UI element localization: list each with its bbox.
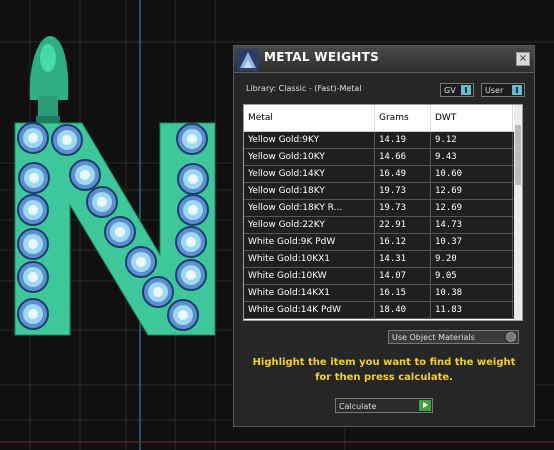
cell-dwt: 12.69 xyxy=(431,183,513,199)
metal-weights-panel: METAL WEIGHTS × Library: Classic - (Fast… xyxy=(233,45,535,427)
user-dropdown[interactable]: User xyxy=(481,83,525,97)
gem xyxy=(69,159,101,191)
cell-metal: Yellow Gold:9KY xyxy=(244,132,375,148)
gem xyxy=(177,194,209,226)
cell-grams: 19.73 xyxy=(375,200,431,216)
cell-dwt: 9.43 xyxy=(431,149,513,165)
table-row[interactable]: White Gold:14KX116.1510.3812.61 xyxy=(244,285,522,302)
gv-dropdown-value: GV xyxy=(444,86,456,95)
gem xyxy=(17,261,49,293)
gem xyxy=(175,226,207,258)
cell-metal: Yellow Gold:18KY R... xyxy=(244,200,375,216)
metal-table[interactable]: Metal Grams DWT SPG Yellow Gold:9KY14.19… xyxy=(243,104,523,321)
cell-grams: 14.66 xyxy=(375,149,431,165)
cell-dwt: 9.05 xyxy=(431,268,513,284)
panel-titlebar[interactable]: METAL WEIGHTS × xyxy=(234,46,534,73)
cell-dwt: 11.83 xyxy=(431,302,513,318)
gem xyxy=(142,276,174,308)
cell-dwt: 12.69 xyxy=(431,200,513,216)
gem xyxy=(17,194,49,226)
play-arrow-icon xyxy=(419,400,431,411)
cell-grams: 14.07 xyxy=(375,268,431,284)
cell-grams: 14.19 xyxy=(375,132,431,148)
table-row[interactable]: White Gold:10KW14.079.0510.99 xyxy=(244,268,522,285)
column-header-dwt[interactable]: DWT xyxy=(431,105,513,131)
table-header: Metal Grams DWT SPG xyxy=(244,105,522,132)
close-icon[interactable]: × xyxy=(516,52,530,66)
gem xyxy=(17,228,49,260)
table-row[interactable]: White Gold:10KX114.319.2011.18 xyxy=(244,251,522,268)
gem xyxy=(177,163,209,195)
table-vertical-scrollbar[interactable] xyxy=(514,105,522,320)
cell-dwt: 14.73 xyxy=(431,217,513,233)
gem xyxy=(17,298,49,330)
cell-metal: White Gold:10KX1 xyxy=(244,251,375,267)
cell-metal: Yellow Gold:22KY xyxy=(244,217,375,233)
gem xyxy=(167,299,199,331)
cell-dwt: 10.37 xyxy=(431,234,513,250)
pendant-bail xyxy=(29,36,69,124)
calculate-button[interactable]: Calculate xyxy=(335,398,433,413)
column-header-metal[interactable]: Metal xyxy=(244,105,375,131)
cell-metal: Yellow Gold:10KY xyxy=(244,149,375,165)
gem xyxy=(104,216,136,248)
table-row[interactable]: White Gold:9K PdW16.1210.3712.59 xyxy=(244,234,522,251)
table-row[interactable]: Yellow Gold:10KY14.669.4311.45 xyxy=(244,149,522,166)
cell-dwt: 10.60 xyxy=(431,166,513,182)
user-dropdown-value: User xyxy=(485,86,504,95)
table-row[interactable]: Yellow Gold:22KY22.9114.7317.89 xyxy=(244,217,522,234)
gem xyxy=(17,122,49,154)
cell-grams: 19.73 xyxy=(375,183,431,199)
calculate-label: Calculate xyxy=(339,402,377,411)
cell-metal: White Gold:9K PdW xyxy=(244,234,375,250)
gem xyxy=(125,246,157,278)
cell-grams: 22.91 xyxy=(375,217,431,233)
cell-dwt: 9.12 xyxy=(431,132,513,148)
table-row[interactable]: Yellow Gold:18KY19.7312.6915.41 xyxy=(244,183,522,200)
gem xyxy=(86,186,118,218)
cell-grams: 18.40 xyxy=(375,302,431,318)
table-row[interactable]: Yellow Gold:18KY R...19.7312.6915.41 xyxy=(244,200,522,217)
gem xyxy=(175,259,207,291)
cell-grams: 16.15 xyxy=(375,285,431,301)
cell-metal: Yellow Gold:14KY xyxy=(244,166,375,182)
cell-dwt: 10.38 xyxy=(431,285,513,301)
cell-metal: White Gold:14KX1 xyxy=(244,285,375,301)
gem xyxy=(18,162,50,194)
cell-grams: 14.31 xyxy=(375,251,431,267)
cell-grams: 16.49 xyxy=(375,166,431,182)
gv-dropdown[interactable]: GV xyxy=(440,83,474,97)
dropdown-arrow-icon xyxy=(512,85,522,95)
table-body: Yellow Gold:9KY14.199.1211.08Yellow Gold… xyxy=(244,132,522,319)
cell-metal: Yellow Gold:18KY xyxy=(244,183,375,199)
cell-metal: White Gold:14K PdW xyxy=(244,302,375,318)
use-object-materials-toggle[interactable]: Use Object Materials xyxy=(388,330,519,344)
metal-weights-logo-icon xyxy=(237,49,259,71)
table-vertical-scroll-thumb[interactable] xyxy=(515,125,521,185)
library-label: Library: Classic - (Fast)-Metal xyxy=(246,84,362,93)
use-object-materials-label: Use Object Materials xyxy=(392,333,475,342)
radio-knob-icon xyxy=(506,332,516,342)
instruction-text: Highlight the item you want to find the … xyxy=(252,357,516,383)
cell-grams: 16.12 xyxy=(375,234,431,250)
cell-dwt: 9.20 xyxy=(431,251,513,267)
gem xyxy=(176,123,208,155)
dropdown-arrow-icon xyxy=(461,85,471,95)
panel-title: METAL WEIGHTS xyxy=(264,50,380,64)
table-row[interactable]: Yellow Gold:9KY14.199.1211.08 xyxy=(244,132,522,149)
table-row[interactable]: Yellow Gold:14KY16.4910.6012.88 xyxy=(244,166,522,183)
table-row[interactable]: White Gold:14K PdW18.4011.8314.37 xyxy=(244,302,522,319)
cell-metal: White Gold:10KW xyxy=(244,268,375,284)
gem xyxy=(51,124,83,156)
column-header-grams[interactable]: Grams xyxy=(375,105,431,131)
